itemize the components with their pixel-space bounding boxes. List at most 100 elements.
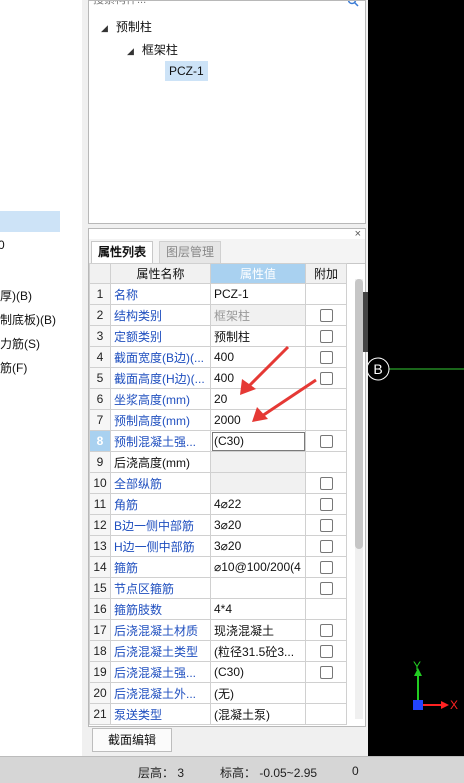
header-extra[interactable]: 附加: [305, 263, 347, 284]
section-edit-button[interactable]: 截面编辑: [92, 728, 172, 752]
extra-checkbox[interactable]: [319, 309, 333, 323]
table-row[interactable]: 2 结构类别 框架柱: [89, 304, 347, 326]
left-list-item[interactable]: 筋(F): [0, 359, 27, 376]
extra-checkbox[interactable]: [319, 372, 333, 386]
row-index: 6: [89, 388, 111, 410]
extra-checkbox[interactable]: [319, 519, 333, 533]
property-value-cell[interactable]: 框架柱: [210, 304, 306, 326]
scrollbar-thumb[interactable]: [355, 279, 363, 549]
header-property-name[interactable]: 属性名称: [110, 263, 211, 284]
left-list-item[interactable]: 力筋(S): [0, 335, 40, 352]
extra-cell: [305, 640, 347, 662]
tab-property-list[interactable]: 属性列表: [91, 241, 154, 264]
table-row[interactable]: 20 后浇混凝土外... (无): [89, 682, 347, 704]
table-header-row: 属性名称 属性值 附加: [89, 263, 347, 284]
elevation-status: 标高： -0.05~2.95: [220, 766, 318, 780]
table-row[interactable]: 4 截面宽度(B边)(... 400: [89, 346, 347, 368]
extra-checkbox[interactable]: [319, 330, 333, 344]
extra-cell: [305, 493, 347, 515]
header-property-value[interactable]: 属性值: [210, 263, 306, 284]
extra-cell: [305, 472, 347, 494]
extra-checkbox[interactable]: [319, 624, 333, 638]
tab-layer-management[interactable]: 图层管理: [159, 241, 222, 264]
table-row[interactable]: 5 截面高度(H边)(... 400: [89, 367, 347, 389]
table-row[interactable]: 12 B边一侧中部筋 3⌀20: [89, 514, 347, 536]
extra-cell: [305, 283, 347, 305]
property-value-cell[interactable]: 4⌀22: [210, 493, 306, 515]
table-row[interactable]: 18 后浇混凝土类型 (粒径31.5砼3...: [89, 640, 347, 662]
extra-checkbox[interactable]: [319, 582, 333, 596]
property-value-cell[interactable]: [210, 451, 306, 473]
table-row[interactable]: 1 名称 PCZ-1: [89, 283, 347, 305]
extra-checkbox[interactable]: [319, 498, 333, 512]
table-row[interactable]: 3 定额类别 预制柱: [89, 325, 347, 347]
extra-cell: [305, 367, 347, 389]
property-value-cell[interactable]: 20: [210, 388, 306, 410]
property-value-cell[interactable]: ⌀10@100/200(4: [210, 556, 306, 578]
row-index: 21: [89, 703, 111, 725]
property-value-cell[interactable]: PCZ-1: [210, 283, 306, 305]
property-value-cell[interactable]: (C30): [210, 430, 306, 452]
table-row[interactable]: 11 角筋 4⌀22: [89, 493, 347, 515]
table-row[interactable]: 10 全部纵筋: [89, 472, 347, 494]
property-name-cell: 预制高度(mm): [110, 409, 211, 431]
extra-cell: [305, 661, 347, 683]
extra-cell: [305, 514, 347, 536]
property-value-cell[interactable]: (无): [210, 682, 306, 704]
table-row[interactable]: 14 箍筋 ⌀10@100/200(4: [89, 556, 347, 578]
left-list-item[interactable]: 厚)(B): [0, 287, 32, 304]
table-row[interactable]: 19 后浇混凝土强... (C30): [89, 661, 347, 683]
property-value-cell[interactable]: 400: [210, 346, 306, 368]
property-value-cell[interactable]: 3⌀20: [210, 514, 306, 536]
left-list-item[interactable]: 制底板)(B): [0, 311, 56, 328]
tree-node-pcz-1[interactable]: PCZ-1: [165, 61, 208, 81]
vertical-scrollbar[interactable]: [355, 279, 363, 719]
property-value-cell[interactable]: 400: [210, 367, 306, 389]
property-name-cell: 后浇混凝土强...: [110, 661, 211, 683]
property-value-cell[interactable]: 预制柱: [210, 325, 306, 347]
extra-cell: [305, 346, 347, 368]
table-row[interactable]: 17 后浇混凝土材质 现浇混凝土: [89, 619, 347, 641]
search-input[interactable]: [89, 1, 359, 7]
row-index: 1: [89, 283, 111, 305]
table-row[interactable]: 13 H边一侧中部筋 3⌀20: [89, 535, 347, 557]
property-value-cell[interactable]: 现浇混凝土: [210, 619, 306, 641]
extra-checkbox[interactable]: [319, 540, 333, 554]
property-name-cell: 角筋: [110, 493, 211, 515]
row-index: 10: [89, 472, 111, 494]
property-name-cell: 截面高度(H边)(...: [110, 367, 211, 389]
table-row[interactable]: 15 节点区箍筋: [89, 577, 347, 599]
table-row[interactable]: 16 箍筋肢数 4*4: [89, 598, 347, 620]
expand-triangle-icon[interactable]: ◢: [101, 23, 108, 33]
property-value-cell[interactable]: [210, 577, 306, 599]
property-value-cell[interactable]: 2000: [210, 409, 306, 431]
property-value-cell[interactable]: 4*4: [210, 598, 306, 620]
extra-checkbox[interactable]: [319, 351, 333, 365]
tree-node-precast-column[interactable]: ◢ 预制柱: [101, 18, 152, 35]
property-value-cell[interactable]: 3⌀20: [210, 535, 306, 557]
row-index: 12: [89, 514, 111, 536]
table-row[interactable]: 8 预制混凝土强... (C30): [89, 430, 347, 452]
extra-cell: [305, 304, 347, 326]
property-value-cell[interactable]: (C30): [210, 661, 306, 683]
extra-checkbox[interactable]: [319, 645, 333, 659]
table-row[interactable]: 6 坐浆高度(mm) 20: [89, 388, 347, 410]
extra-checkbox[interactable]: [319, 666, 333, 680]
table-row[interactable]: 21 泵送类型 (混凝土泵): [89, 703, 347, 725]
left-selected-row[interactable]: [0, 211, 60, 232]
drawing-canvas[interactable]: B Y X: [366, 0, 464, 756]
property-value-cell[interactable]: (混凝土泵): [210, 703, 306, 725]
property-value-cell[interactable]: (粒径31.5砼3...: [210, 640, 306, 662]
property-name-cell: 后浇混凝土外...: [110, 682, 211, 704]
extra-checkbox[interactable]: [319, 435, 333, 449]
expand-triangle-icon[interactable]: ◢: [127, 46, 134, 56]
extra-checkbox[interactable]: [319, 561, 333, 575]
extra-checkbox[interactable]: [319, 477, 333, 491]
tree-node-frame-column[interactable]: ◢ 框架柱: [127, 41, 178, 58]
property-value-cell[interactable]: [210, 472, 306, 494]
property-name-cell: 箍筋肢数: [110, 598, 211, 620]
search-icon[interactable]: [347, 0, 359, 7]
row-index: 20: [89, 682, 111, 704]
table-row[interactable]: 7 预制高度(mm) 2000: [89, 409, 347, 431]
table-row[interactable]: 9 后浇高度(mm): [89, 451, 347, 473]
